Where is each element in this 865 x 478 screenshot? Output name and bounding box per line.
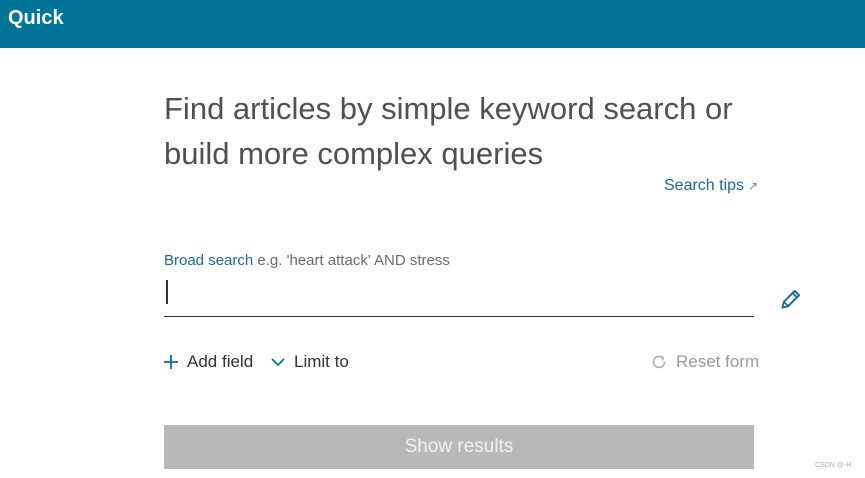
add-field-label: Add field [187,352,254,371]
chevron-down-icon [271,358,285,367]
page-title-line-2: build more complex queries [164,136,544,171]
reset-form-button[interactable]: Reset form [650,352,759,372]
page-title-line-1: Find articles by simple keyword search o… [164,91,733,126]
refresh-icon [652,355,666,369]
page-title: Find articles by simple keyword search o… [164,86,764,176]
watermark: CSDN @-H [815,462,852,469]
broad-search-label: Broad search e.g. 'heart attack' AND str… [164,252,450,269]
external-arrow-icon: ↗ [748,179,759,193]
reset-form-label: Reset form [676,352,760,371]
broad-search-link[interactable]: Broad search [164,252,253,269]
text-caret [166,280,168,304]
add-field-button[interactable]: Add field [163,352,253,372]
plus-icon [164,355,178,369]
broad-search-input[interactable] [164,276,754,317]
limit-to-button[interactable]: Limit to [270,352,349,372]
search-tips-link[interactable]: Search tips ↗ [664,177,758,195]
limit-to-label: Limit to [294,352,349,371]
pencil-icon[interactable] [778,286,804,312]
broad-search-hint: e.g. 'heart attack' AND stress [257,252,450,269]
tab-quick[interactable]: Quick [8,7,64,30]
show-results-button[interactable]: Show results [164,425,754,469]
top-bar: Quick [0,0,865,48]
search-tips-label: Search tips [664,177,745,194]
